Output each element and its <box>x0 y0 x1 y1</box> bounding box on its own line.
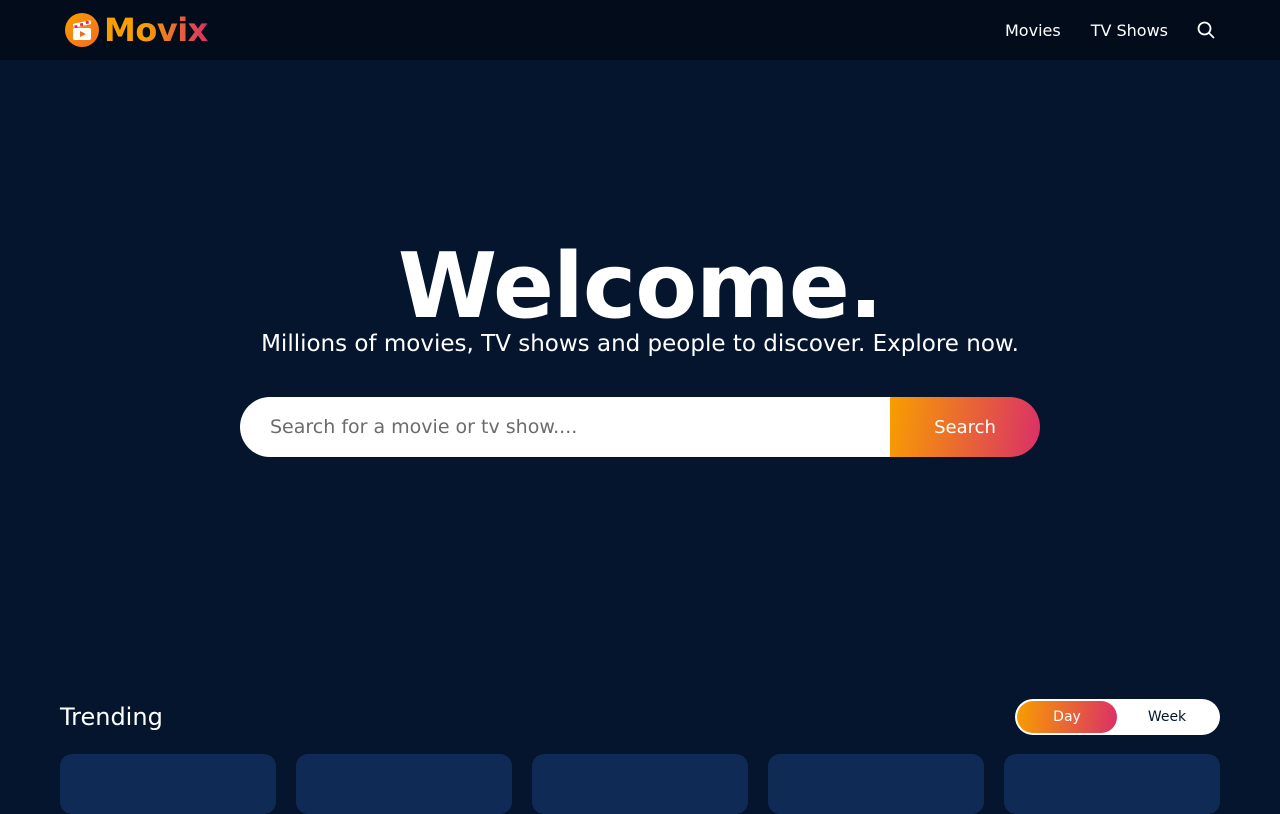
day-week-switch: Day Week <box>1015 699 1220 735</box>
brand-name: Movix <box>104 11 208 49</box>
movie-card[interactable] <box>532 754 748 814</box>
movie-card[interactable] <box>60 754 276 814</box>
tab-week[interactable]: Week <box>1117 701 1217 733</box>
movie-card[interactable] <box>1004 754 1220 814</box>
hero-subtitle: Millions of movies, TV shows and people … <box>261 331 1019 357</box>
site-header: Movix Movies TV Shows <box>0 0 1280 60</box>
trending-title: Trending <box>60 703 163 731</box>
hero-search-bar: Search <box>240 397 1040 457</box>
trending-carousel <box>60 754 1220 814</box>
main-nav: Movies TV Shows <box>975 0 1216 60</box>
site-logo[interactable]: Movix <box>64 10 208 50</box>
search-button[interactable]: Search <box>890 397 1040 457</box>
movie-card[interactable] <box>768 754 984 814</box>
clapperboard-play-logo-icon <box>64 12 100 48</box>
tab-day[interactable]: Day <box>1017 701 1117 733</box>
search-icon[interactable] <box>1196 20 1216 40</box>
nav-item-movies[interactable]: Movies <box>1005 21 1061 40</box>
nav-item-tv-shows[interactable]: TV Shows <box>1091 21 1168 40</box>
page-title: Welcome. <box>397 234 883 339</box>
search-input[interactable] <box>240 397 890 457</box>
movie-card[interactable] <box>296 754 512 814</box>
